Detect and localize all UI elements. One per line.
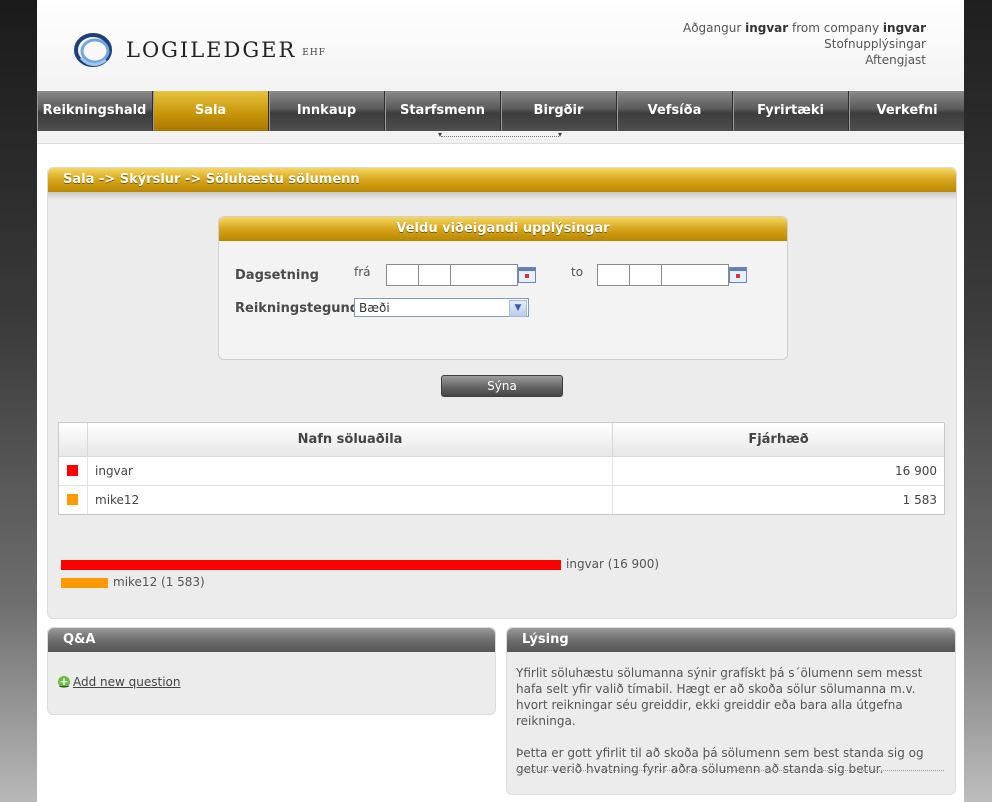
- to-label: to: [571, 265, 584, 279]
- add-question-link[interactable]: + Add new question: [58, 675, 181, 689]
- sales-bar-label: mike12 (1 583): [113, 575, 205, 589]
- subnav-strip: [37, 130, 964, 144]
- description-text: Yfirlit söluhæstu sölumanna sýnir grafís…: [516, 665, 944, 793]
- color-swatch: [67, 465, 78, 476]
- qa-box: Q&A + Add new question: [47, 627, 496, 715]
- user-mid: from company: [792, 21, 880, 35]
- add-question-label: Add new question: [73, 675, 181, 689]
- show-button[interactable]: Sýna: [441, 375, 563, 397]
- plus-icon: +: [58, 675, 70, 688]
- user-line: Aðgangur ingvar from company ingvar: [683, 20, 926, 36]
- sales-table: Nafn söluaðila Fjárhæð ingvar 16 900 mik…: [58, 422, 945, 515]
- salesperson-name: mike12: [88, 486, 613, 514]
- nav-item-starfsmenn[interactable]: Starfsmenn: [385, 91, 501, 131]
- filter-title: Veldu viðeigandi upplýsingar: [219, 217, 787, 241]
- company-name: ingvar: [882, 21, 926, 35]
- nav-item-reikningshald[interactable]: Reikningshald: [37, 91, 153, 131]
- profile-link[interactable]: Stofnupplýsingar: [683, 36, 926, 52]
- panel-shadow: [48, 192, 956, 200]
- header-name: Nafn söluaðila: [88, 423, 613, 456]
- amount: 1 583: [902, 493, 937, 507]
- date-label: Dagsetning: [235, 268, 319, 283]
- salesperson-name: ingvar: [88, 457, 613, 485]
- qa-title: Q&A: [48, 628, 495, 652]
- nav-item-sala[interactable]: Sala: [153, 91, 269, 138]
- divider: [516, 770, 944, 771]
- sales-bar: [61, 560, 561, 570]
- color-cell: [59, 486, 88, 514]
- color-swatch: [67, 494, 78, 505]
- logo-ring-icon: [72, 30, 116, 70]
- sales-bar: [61, 578, 108, 588]
- user-name: ingvar: [745, 21, 789, 35]
- to-calendar-icon[interactable]: [729, 267, 747, 283]
- description-paragraph: Yfirlit söluhæstu sölumanna sýnir grafís…: [516, 666, 923, 728]
- subnav-divider: [438, 130, 562, 139]
- logo[interactable]: LOGILEDGER EHF: [72, 30, 326, 70]
- header-color-cell: [59, 423, 88, 456]
- invoice-type-label: Reikningstegund: [235, 301, 360, 316]
- nav-item-birgdir[interactable]: Birgðir: [501, 91, 617, 131]
- invoice-type-select[interactable]: Bæði ▼: [354, 298, 529, 317]
- right-background: [964, 0, 992, 802]
- color-cell: [59, 457, 88, 485]
- chevron-down-icon[interactable]: ▼: [509, 300, 527, 317]
- nav-item-innkaup[interactable]: Innkaup: [269, 91, 385, 131]
- from-date-input[interactable]: [386, 264, 518, 286]
- amount: 16 900: [895, 464, 937, 478]
- sales-bar-label: ingvar (16 900): [566, 557, 660, 571]
- report-panel: Sala -> Skýrslur -> Söluhæstu sölumenn V…: [47, 167, 957, 619]
- filter-box: Veldu viðeigandi upplýsingar Dagsetning …: [218, 216, 788, 360]
- from-day-field[interactable]: [387, 265, 419, 285]
- description-title: Lýsing: [507, 628, 955, 652]
- logout-link[interactable]: Aftengjast: [683, 52, 926, 68]
- from-year-field[interactable]: [451, 265, 517, 285]
- user-info: Aðgangur ingvar from company ingvar Stof…: [683, 20, 926, 68]
- main-nav: Reikningshald Sala Innkaup Starfsmenn Bi…: [37, 91, 964, 138]
- table-row: mike12 1 583: [59, 486, 944, 514]
- to-year-field[interactable]: [662, 265, 728, 285]
- to-day-field[interactable]: [598, 265, 630, 285]
- from-label: frá: [354, 265, 371, 279]
- from-month-field[interactable]: [419, 265, 451, 285]
- page: LOGILEDGER EHF Aðgangur ingvar from comp…: [37, 0, 964, 802]
- from-calendar-icon[interactable]: [518, 267, 536, 283]
- to-date-input[interactable]: [597, 264, 729, 286]
- invoice-type-value: Bæði: [359, 301, 390, 315]
- header: LOGILEDGER EHF Aðgangur ingvar from comp…: [37, 0, 964, 90]
- logo-text: LOGILEDGER: [126, 38, 297, 62]
- table-header: Nafn söluaðila Fjárhæð: [59, 423, 944, 457]
- nav-item-vefsida[interactable]: Vefsíða: [617, 91, 733, 131]
- user-prefix: Aðgangur: [682, 21, 742, 35]
- nav-item-verkefni[interactable]: Verkefni: [849, 91, 964, 131]
- description-box: Lýsing Yfirlit söluhæstu sölumanna sýnir…: [506, 627, 956, 795]
- to-month-field[interactable]: [630, 265, 662, 285]
- nav-item-fyrirtaeki[interactable]: Fyrirtæki: [733, 91, 849, 131]
- left-background: [0, 0, 37, 802]
- logo-suffix: EHF: [302, 48, 326, 58]
- breadcrumb: Sala -> Skýrslur -> Söluhæstu sölumenn: [48, 168, 956, 192]
- description-paragraph: Þetta er gott yfirlit til að skoða þá sö…: [516, 746, 924, 776]
- header-amount: Fjárhæð: [748, 432, 809, 447]
- table-row: ingvar 16 900: [59, 457, 944, 486]
